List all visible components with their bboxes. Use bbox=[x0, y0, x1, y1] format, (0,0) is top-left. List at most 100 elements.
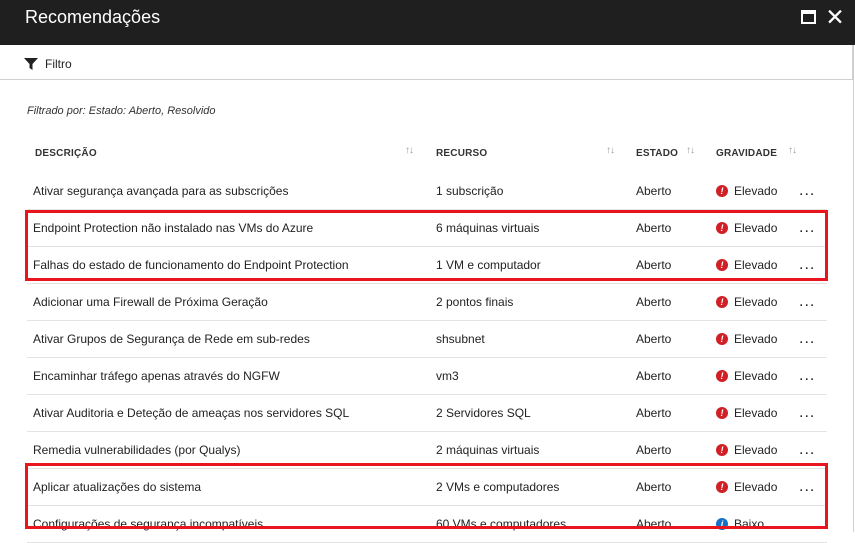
table-row[interactable]: Ativar Auditoria e Deteção de ameaças no… bbox=[27, 395, 827, 432]
state-cell: Aberto bbox=[636, 480, 672, 494]
severity-cell: ! Elevado bbox=[716, 406, 777, 420]
recommendation-description: Configurações de segurança incompatíveis bbox=[33, 517, 264, 531]
recommendation-description: Aplicar atualizações do sistema bbox=[33, 480, 202, 494]
recommendation-description: Endpoint Protection não instalado nas VM… bbox=[33, 221, 314, 235]
more-options-button[interactable]: ... bbox=[799, 515, 815, 533]
more-options-button[interactable]: ... bbox=[799, 441, 815, 459]
table-row[interactable]: Aplicar atualizações do sistema 2 VMs e c… bbox=[27, 469, 827, 506]
resource-cell: 2 pontos finais bbox=[436, 295, 514, 309]
resource-cell: 2 Servidores SQL bbox=[436, 406, 531, 420]
state-cell: Aberto bbox=[636, 295, 672, 309]
recommendation-description: Ativar Auditoria e Deteção de ameaças no… bbox=[33, 406, 350, 420]
filter-label: Filtro bbox=[45, 57, 72, 71]
toolbar: Filtro bbox=[0, 45, 853, 80]
more-options-button[interactable]: ... bbox=[799, 478, 815, 496]
table-row[interactable]: Falhas do estado de funcionamento do End… bbox=[27, 247, 827, 284]
severity-label: Baixo bbox=[734, 517, 765, 531]
state-cell: Aberto bbox=[636, 517, 672, 531]
state-cell: Aberto bbox=[636, 221, 672, 235]
resource-cell: vm3 bbox=[436, 369, 459, 383]
severity-high-icon: ! bbox=[716, 407, 728, 419]
state-cell: Aberto bbox=[636, 443, 672, 457]
table-row[interactable]: Endpoint Protection não instalado nas VM… bbox=[27, 210, 827, 247]
severity-high-icon: ! bbox=[716, 222, 728, 234]
severity-high-icon: ! bbox=[716, 333, 728, 345]
severity-high-icon: ! bbox=[716, 444, 728, 456]
column-header-description[interactable]: DESCRIÇÃO bbox=[35, 148, 97, 159]
severity-cell: ! Elevado bbox=[716, 221, 777, 235]
table-row[interactable]: Remedia vulnerabilidades (por Qualys) 2 m… bbox=[27, 432, 827, 469]
sort-icon[interactable]: ↑↓ bbox=[788, 145, 797, 156]
severity-label: Elevado bbox=[734, 221, 778, 235]
recommendation-description: Ativar segurança avançada para as subscr… bbox=[33, 184, 289, 198]
sort-icon[interactable]: ↑↓ bbox=[686, 145, 695, 156]
table-row[interactable]: Ativar segurança avançada para as subscr… bbox=[27, 173, 827, 210]
column-header-severity[interactable]: GRAVIDADE bbox=[716, 148, 777, 159]
severity-label: Elevado bbox=[734, 480, 778, 494]
more-options-button[interactable]: ... bbox=[799, 293, 815, 311]
recommendation-description: Adicionar uma Firewall de Próxima Geraçã… bbox=[33, 295, 268, 309]
more-options-button[interactable]: ... bbox=[799, 182, 815, 200]
recommendation-description: Ativar Grupos de Segurança de Rede em su… bbox=[33, 332, 310, 346]
severity-info-icon: i bbox=[716, 518, 728, 530]
blade-title: Recomendações bbox=[25, 7, 161, 27]
severity-cell: i Baixo bbox=[716, 517, 764, 531]
resource-cell: 2 máquinas virtuais bbox=[436, 443, 540, 457]
table-row[interactable]: Configurações de segurança incompatíveis… bbox=[27, 506, 827, 543]
resource-cell: 2 VMs e computadores bbox=[436, 480, 560, 494]
severity-cell: ! Elevado bbox=[716, 184, 777, 198]
severity-cell: ! Elevado bbox=[716, 295, 777, 309]
severity-cell: ! Elevado bbox=[716, 443, 777, 457]
severity-label: Elevado bbox=[734, 369, 778, 383]
panel-border bbox=[853, 45, 854, 532]
filter-button[interactable]: Filtro bbox=[24, 54, 72, 74]
state-cell: Aberto bbox=[636, 406, 672, 420]
severity-cell: ! Elevado bbox=[716, 369, 777, 383]
severity-cell: ! Elevado bbox=[716, 332, 777, 346]
table-row[interactable]: Ativar Grupos de Segurança de Rede em su… bbox=[27, 321, 827, 358]
table-row[interactable]: Adicionar uma Firewall de Próxima Geraçã… bbox=[27, 284, 827, 321]
state-cell: Aberto bbox=[636, 332, 672, 346]
maximize-icon[interactable] bbox=[801, 10, 816, 24]
blade-title-bar: Recomendações ✕ bbox=[0, 0, 855, 45]
severity-cell: ! Elevado bbox=[716, 480, 777, 494]
state-cell: Aberto bbox=[636, 184, 672, 198]
recommendation-description: Encaminhar tráfego apenas através do NGF… bbox=[33, 369, 280, 383]
severity-label: Elevado bbox=[734, 443, 778, 457]
severity-high-icon: ! bbox=[716, 185, 728, 197]
sort-icon[interactable]: ↑↓ bbox=[606, 145, 615, 156]
severity-cell: ! Elevado bbox=[716, 258, 777, 272]
recommendation-description: Remedia vulnerabilidades (por Qualys) bbox=[33, 443, 241, 457]
severity-label: Elevado bbox=[734, 295, 778, 309]
filter-summary: Filtrado por: Estado: Aberto, Resolvido bbox=[27, 105, 216, 117]
more-options-button[interactable]: ... bbox=[799, 367, 815, 385]
more-options-button[interactable]: ... bbox=[799, 330, 815, 348]
column-header-state[interactable]: ESTADO bbox=[636, 148, 678, 159]
table-row[interactable]: Encaminhar tráfego apenas através do NGF… bbox=[27, 358, 827, 395]
severity-high-icon: ! bbox=[716, 259, 728, 271]
more-options-button[interactable]: ... bbox=[799, 404, 815, 422]
filter-icon bbox=[24, 58, 38, 70]
resource-cell: shsubnet bbox=[436, 332, 485, 346]
severity-label: Elevado bbox=[734, 184, 778, 198]
state-cell: Aberto bbox=[636, 258, 672, 272]
severity-label: Elevado bbox=[734, 406, 778, 420]
more-options-button[interactable]: ... bbox=[799, 256, 815, 274]
resource-cell: 6 máquinas virtuais bbox=[436, 221, 540, 235]
severity-high-icon: ! bbox=[716, 370, 728, 382]
more-options-button[interactable]: ... bbox=[799, 219, 815, 237]
recommendation-description: Falhas do estado de funcionamento do End… bbox=[33, 258, 349, 272]
close-icon[interactable]: ✕ bbox=[825, 2, 845, 32]
severity-label: Elevado bbox=[734, 332, 778, 346]
recommendations-table: Ativar segurança avançada para as subscr… bbox=[27, 173, 827, 543]
resource-cell: 1 VM e computador bbox=[436, 258, 541, 272]
table-header: DESCRIÇÃO ↑↓ RECURSO ↑↓ ESTADO ↑↓ GRAVID… bbox=[27, 142, 827, 166]
severity-high-icon: ! bbox=[716, 481, 728, 493]
severity-label: Elevado bbox=[734, 258, 778, 272]
resource-cell: 1 subscrição bbox=[436, 184, 504, 198]
state-cell: Aberto bbox=[636, 369, 672, 383]
resource-cell: 60 VMs e computadores bbox=[436, 517, 567, 531]
column-header-resource[interactable]: RECURSO bbox=[436, 148, 487, 159]
sort-icon[interactable]: ↑↓ bbox=[405, 145, 414, 156]
severity-high-icon: ! bbox=[716, 296, 728, 308]
